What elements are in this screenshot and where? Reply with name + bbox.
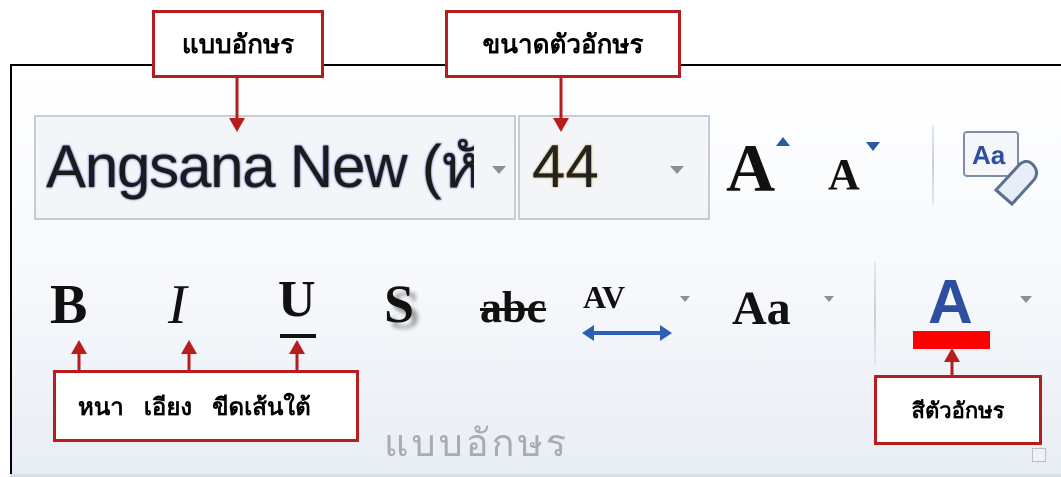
character-spacing-button[interactable]: AV — [583, 280, 625, 314]
callout-font-name-text: แบบอักษร — [181, 29, 295, 60]
separator — [874, 262, 876, 366]
svg-text:Aa: Aa — [972, 140, 1006, 170]
shrink-arrow-icon — [866, 142, 880, 151]
callout-bold-text: หนา — [78, 392, 124, 421]
spacing-dropdown-arrow-icon[interactable] — [680, 296, 690, 302]
grow-font-button[interactable]: A — [726, 133, 775, 203]
spacing-double-arrow-icon — [582, 325, 672, 341]
strikethrough-button[interactable]: abc — [480, 284, 546, 332]
shadow-button[interactable]: S — [384, 274, 414, 334]
italic-button[interactable]: I — [168, 275, 187, 335]
shrink-font-button[interactable]: A — [828, 150, 860, 200]
callout-font-name: แบบอักษร — [152, 10, 324, 78]
font-size-combobox[interactable]: 44 — [518, 115, 710, 220]
font-color-swatch — [913, 331, 990, 349]
grow-arrow-icon — [776, 137, 790, 146]
callout-italic-text: เอียง — [143, 392, 193, 421]
separator — [932, 125, 934, 205]
callout-font-size-text: ขนาดตัวอักษร — [482, 29, 644, 60]
font-color-dropdown-arrow-icon[interactable] — [1020, 296, 1032, 303]
underline-bar — [280, 334, 316, 338]
callout-font-color: สีตัวอักษร — [874, 375, 1042, 445]
callout-text-style: หนา เอียง ขีดเส้นใต้ — [53, 370, 359, 442]
font-name-combobox[interactable]: Angsana New (หัวเ — [34, 115, 516, 220]
font-name-dropdown-arrow-icon[interactable] — [492, 166, 506, 174]
group-label: แบบอักษร — [384, 421, 570, 465]
change-case-button[interactable]: Aa — [732, 282, 791, 336]
underline-button[interactable]: U — [278, 272, 316, 328]
dialog-launcher-icon[interactable] — [1032, 448, 1046, 462]
font-color-button[interactable]: A — [928, 270, 973, 336]
callout-font-size: ขนาดตัวอักษร — [445, 10, 681, 78]
font-size-value: 44 — [532, 133, 599, 200]
font-name-value: Angsana New (หัวเ — [46, 133, 474, 200]
callout-underline-text: ขีดเส้นใต้ — [212, 392, 311, 421]
callout-font-color-text: สีตัวอักษร — [911, 398, 1005, 424]
clear-formatting-icon[interactable]: Aa — [962, 130, 1042, 210]
case-dropdown-arrow-icon[interactable] — [824, 296, 834, 302]
bold-button[interactable]: B — [50, 275, 87, 335]
font-size-dropdown-arrow-icon[interactable] — [670, 166, 684, 174]
